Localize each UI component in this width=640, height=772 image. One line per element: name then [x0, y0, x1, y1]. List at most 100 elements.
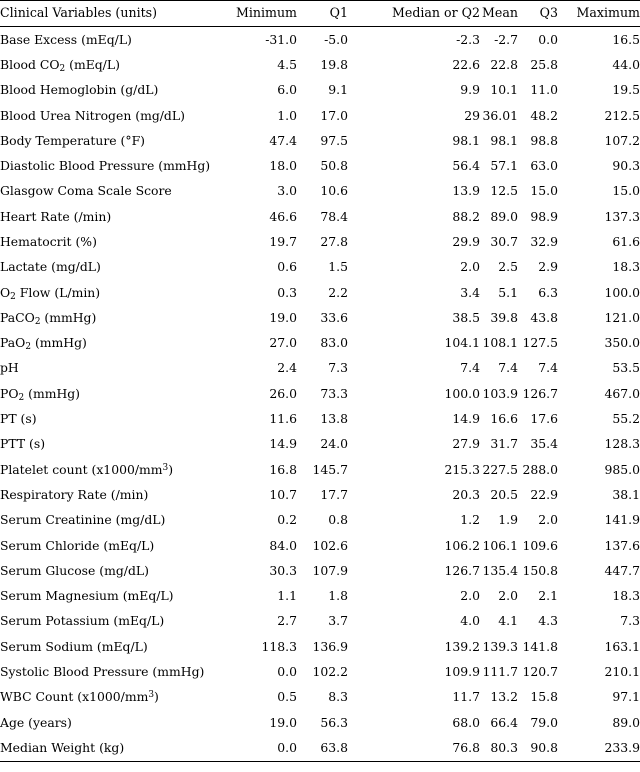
row-cell-minimum: 0.2 [277, 512, 297, 528]
row-cell-median: 27.9 [452, 436, 480, 452]
row-cell-q3: 4.3 [538, 613, 558, 629]
row-cell-maximum: 447.7 [604, 562, 640, 578]
row-cell-variable: PT (s) [0, 411, 37, 427]
row-cell-minimum: 26.0 [269, 385, 297, 401]
row-cell-median: 215.3 [444, 461, 480, 477]
table-row: pH 2.4 7.3 7.4 7.4 7.4 53.5 [0, 356, 640, 381]
row-cell-variable: Body Temperature (°F) [0, 132, 146, 148]
row-cell-q3: 15.0 [530, 183, 558, 199]
row-cell-minimum: 0.5 [277, 689, 297, 705]
row-cell-q1: 19.8 [320, 56, 348, 72]
row-cell-q1: 2.2 [328, 284, 348, 300]
row-cell-mean: 103.9 [482, 385, 518, 401]
row-cell-variable: WBC Count (x1000/mm3) [0, 689, 159, 705]
column-header-variable: Clinical Variables (units) [0, 5, 158, 21]
row-cell-variable: Blood Hemoglobin (g/dL) [0, 82, 159, 98]
row-cell-q1: 56.3 [320, 714, 348, 730]
table-row: Serum Sodium (mEq/L) 118.3 136.9 139.2 139.3… [0, 634, 640, 659]
row-cell-q3: 141.8 [522, 638, 558, 654]
row-cell-minimum: 2.4 [277, 360, 297, 376]
row-cell-mean: 66.4 [490, 714, 518, 730]
row-cell-minimum: 16.8 [269, 461, 297, 477]
table-row: PaO2 (mmHg) 27.0 83.0 104.1 108.1 127.5 350.0 [0, 331, 640, 356]
row-cell-maximum: 38.1 [612, 486, 640, 502]
row-cell-maximum: 985.0 [604, 461, 640, 477]
row-cell-maximum: 90.3 [612, 158, 640, 174]
row-cell-mean: 36.01 [482, 107, 518, 123]
row-cell-maximum: 89.0 [612, 714, 640, 730]
table-row: Systolic Blood Pressure (mmHg) 0.0 102.2 10… [0, 660, 640, 685]
row-cell-median: 106.2 [444, 537, 480, 553]
row-cell-q3: 2.0 [538, 512, 558, 528]
row-cell-q3: 22.9 [530, 486, 558, 502]
table-row: Heart Rate (/min) 46.6 78.4 88.2 89.0 98.9 137… [0, 204, 640, 229]
row-cell-mean: 13.2 [490, 689, 518, 705]
row-cell-median: 29.9 [452, 234, 480, 249]
row-cell-minimum: 6.0 [277, 82, 297, 98]
row-cell-maximum: 210.1 [604, 664, 640, 680]
row-cell-q1: 97.5 [320, 132, 348, 148]
table-body: Base Excess (mEq/L) -31.0 -5.0 -2.3 -2.7 0.0 1… [0, 27, 640, 761]
row-cell-variable: Serum Magnesium (mEq/L) [0, 588, 174, 604]
table-row: O2 Flow (L/min) 0.3 2.2 3.4 5.1 6.3 100.0 [0, 280, 640, 305]
row-cell-q1: 83.0 [320, 335, 348, 351]
row-cell-maximum: 19.5 [612, 82, 640, 98]
table-row: PO2 (mmHg) 26.0 73.3 100.0 103.9 126.7 467.0 [0, 381, 640, 406]
row-cell-q1: 0.8 [328, 512, 348, 528]
row-cell-q3: 25.8 [530, 56, 558, 72]
row-cell-q3: 2.9 [538, 259, 558, 275]
row-cell-q3: 15.8 [530, 689, 558, 705]
row-cell-minimum: 4.5 [277, 56, 297, 72]
row-cell-minimum: 1.0 [277, 107, 297, 123]
row-cell-median: 20.3 [452, 486, 480, 502]
row-cell-minimum: 2.7 [277, 613, 297, 629]
column-header-row: Clinical Variables (units) Minimum Q1 Me… [0, 1, 640, 26]
row-cell-q3: 7.4 [538, 360, 558, 376]
row-cell-mean: 111.7 [482, 664, 518, 680]
row-cell-q3: 98.9 [530, 208, 558, 224]
row-cell-variable: PTT (s) [0, 436, 46, 452]
row-cell-variable: Median Weight (kg) [0, 739, 125, 755]
table-row: Blood Hemoglobin (g/dL) 6.0 9.1 9.9 10.1 11.0… [0, 78, 640, 103]
row-cell-minimum: 14.9 [269, 436, 297, 452]
row-cell-variable: Serum Chloride (mEq/L) [0, 537, 155, 553]
row-cell-q1: -5.0 [324, 31, 348, 47]
column-header-q3: Q3 [539, 5, 558, 21]
table-row: Age (years) 19.0 56.3 68.0 66.4 79.0 89.0 [0, 710, 640, 735]
row-cell-median: 109.9 [444, 664, 480, 680]
row-cell-minimum: 27.0 [269, 335, 297, 351]
row-cell-minimum: 0.3 [277, 284, 297, 300]
row-cell-q3: 32.9 [530, 234, 558, 249]
row-cell-q3: 90.8 [530, 739, 558, 755]
row-cell-q1: 102.2 [312, 664, 348, 680]
column-header-minimum: Minimum [235, 5, 297, 21]
row-cell-maximum: 137.3 [604, 208, 640, 224]
table-row: PT (s) 11.6 13.8 14.9 16.6 17.6 55.2 [0, 407, 640, 432]
row-cell-minimum: 18.0 [269, 158, 297, 174]
table-row: Serum Creatinine (mg/dL) 0.2 0.8 1.2 1.9 2.0 1… [0, 508, 640, 533]
row-cell-variable: Diastolic Blood Pressure (mmHg) [0, 158, 211, 174]
row-cell-maximum: 44.0 [612, 56, 640, 72]
row-cell-variable: Lactate (mg/dL) [0, 259, 101, 275]
row-cell-median: 76.8 [452, 739, 480, 755]
row-cell-mean: 4.1 [498, 613, 518, 629]
row-cell-maximum: 7.3 [620, 613, 640, 629]
row-cell-median: 14.9 [452, 411, 480, 427]
row-cell-maximum: 212.5 [604, 107, 640, 123]
row-cell-minimum: 118.3 [261, 638, 297, 654]
row-cell-median: 7.4 [460, 360, 480, 376]
row-cell-median: 13.9 [452, 183, 480, 199]
table-row: Serum Magnesium (mEq/L) 1.1 1.8 2.0 2.0 2.1 18… [0, 584, 640, 609]
row-cell-median: 88.2 [452, 208, 480, 224]
row-cell-minimum: 11.6 [269, 411, 297, 427]
row-cell-mean: 7.4 [498, 360, 518, 376]
row-cell-median: -2.3 [456, 31, 480, 47]
row-cell-minimum: 19.7 [269, 234, 297, 249]
row-cell-minimum: 30.3 [269, 562, 297, 578]
row-cell-q1: 1.8 [328, 588, 348, 604]
row-cell-maximum: 16.5 [612, 31, 640, 47]
row-cell-median: 4.0 [460, 613, 480, 629]
table-row: Median Weight (kg) 0.0 63.8 76.8 80.3 90.8 233… [0, 736, 640, 761]
row-cell-maximum: 163.1 [604, 638, 640, 654]
row-cell-mean: 31.7 [490, 436, 518, 452]
